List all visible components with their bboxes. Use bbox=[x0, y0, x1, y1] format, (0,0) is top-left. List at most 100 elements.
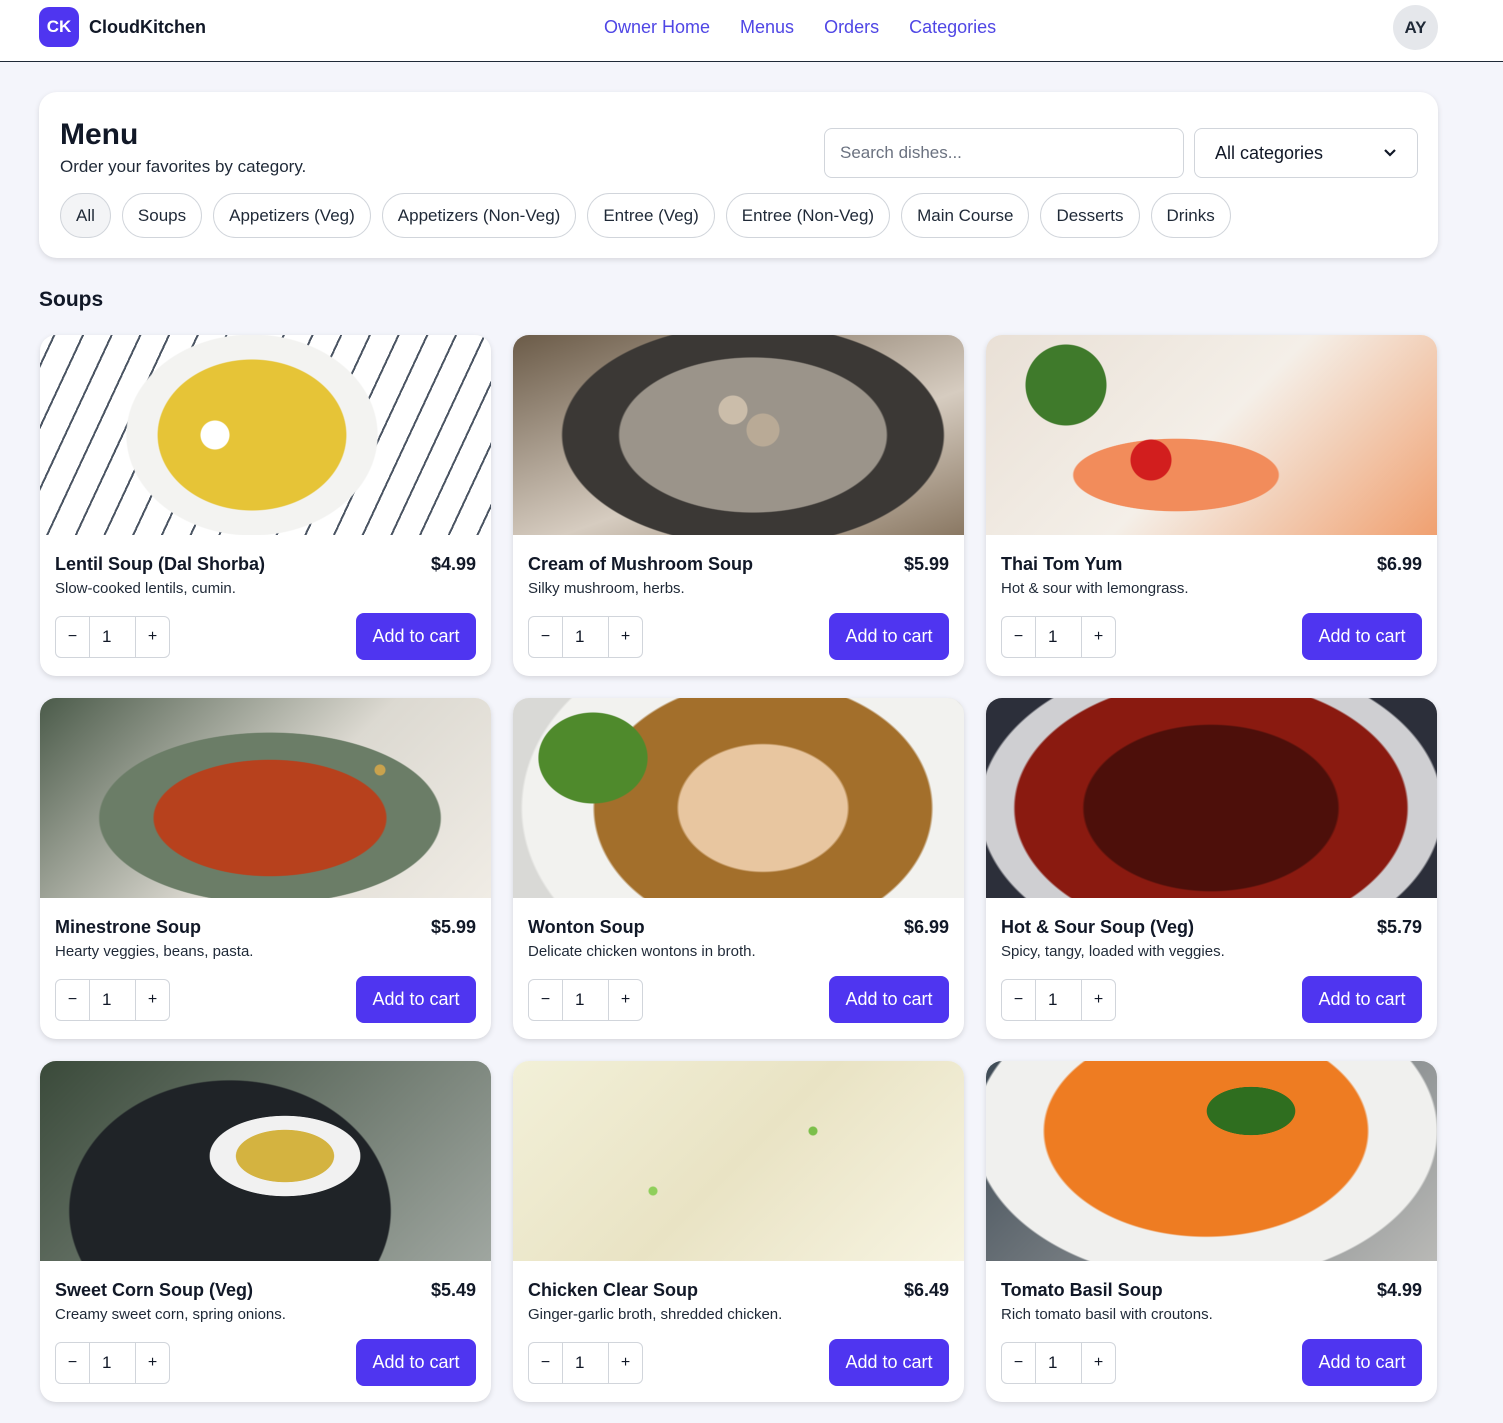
quantity-input[interactable]: 1 bbox=[89, 617, 136, 657]
increment-button[interactable]: + bbox=[136, 980, 169, 1020]
dish-name: Hot & Sour Soup (Veg) bbox=[1001, 917, 1194, 937]
page-title: Menu bbox=[60, 118, 139, 151]
quantity-input[interactable]: 1 bbox=[562, 617, 609, 657]
dish-photo bbox=[40, 335, 491, 535]
decrement-button[interactable]: − bbox=[529, 1343, 562, 1383]
quantity-stepper: − 1 + bbox=[1001, 616, 1116, 658]
dish-photo bbox=[513, 1061, 964, 1261]
dish-card: Thai Tom Yum $6.99 Hot & sour with lemon… bbox=[986, 335, 1437, 676]
quantity-input[interactable]: 1 bbox=[562, 1343, 609, 1383]
quantity-stepper: − 1 + bbox=[1001, 1342, 1116, 1384]
dish-name: Sweet Corn Soup (Veg) bbox=[55, 1280, 254, 1300]
increment-button[interactable]: + bbox=[1082, 980, 1115, 1020]
chip-entree-veg[interactable]: Entree (Veg) bbox=[587, 193, 715, 238]
dish-description: Spicy, tangy, loaded with veggies. bbox=[1001, 943, 1225, 960]
increment-button[interactable]: + bbox=[136, 617, 169, 657]
nav-menus[interactable]: Menus bbox=[740, 17, 794, 38]
dish-card: Sweet Corn Soup (Veg) $5.49 Creamy sweet… bbox=[40, 1061, 491, 1402]
add-to-cart-button[interactable]: Add to cart bbox=[829, 976, 949, 1023]
dish-price: $6.99 bbox=[903, 917, 949, 937]
chip-all[interactable]: All bbox=[60, 193, 111, 238]
dish-description: Ginger-garlic broth, shredded chicken. bbox=[528, 1306, 783, 1323]
quantity-input[interactable]: 1 bbox=[89, 1343, 136, 1383]
nav-orders[interactable]: Orders bbox=[824, 17, 879, 38]
add-to-cart-button[interactable]: Add to cart bbox=[829, 1339, 949, 1386]
page-subtitle: Order your favorites by category. bbox=[60, 157, 307, 176]
quantity-stepper: − 1 + bbox=[528, 1342, 643, 1384]
chip-soups[interactable]: Soups bbox=[121, 193, 203, 238]
dish-description: Creamy sweet corn, spring onions. bbox=[55, 1306, 286, 1323]
decrement-button[interactable]: − bbox=[56, 1343, 89, 1383]
brand-name[interactable]: CloudKitchen bbox=[89, 17, 206, 38]
dish-photo bbox=[986, 335, 1437, 535]
chip-drinks[interactable]: Drinks bbox=[1150, 193, 1231, 238]
chip-entree-non-veg[interactable]: Entree (Non-Veg) bbox=[725, 193, 891, 238]
dish-description: Hot & sour with lemongrass. bbox=[1001, 580, 1189, 597]
dish-name: Wonton Soup bbox=[528, 917, 645, 937]
chip-main-course[interactable]: Main Course bbox=[901, 193, 1030, 238]
dish-card: Tomato Basil Soup $4.99 Rich tomato basi… bbox=[986, 1061, 1437, 1402]
search-input[interactable] bbox=[824, 128, 1184, 178]
chip-appetizers-veg[interactable]: Appetizers (Veg) bbox=[213, 193, 371, 238]
dish-card: Chicken Clear Soup $6.49 Ginger-garlic b… bbox=[513, 1061, 964, 1402]
dish-name: Chicken Clear Soup bbox=[528, 1280, 699, 1300]
dish-photo bbox=[513, 335, 964, 535]
increment-button[interactable]: + bbox=[136, 1343, 169, 1383]
dish-name: Tomato Basil Soup bbox=[1001, 1280, 1163, 1300]
logo-badge[interactable]: CK bbox=[39, 7, 79, 47]
quantity-stepper: − 1 + bbox=[1001, 979, 1116, 1021]
quantity-input[interactable]: 1 bbox=[1035, 1343, 1082, 1383]
increment-button[interactable]: + bbox=[1082, 1343, 1115, 1383]
quantity-stepper: − 1 + bbox=[55, 1342, 170, 1384]
dish-price: $6.99 bbox=[1376, 554, 1422, 574]
quantity-input[interactable]: 1 bbox=[562, 980, 609, 1020]
chip-desserts[interactable]: Desserts bbox=[1040, 193, 1140, 238]
dish-photo bbox=[986, 1061, 1437, 1261]
main-nav: Owner Home Menus Orders Categories bbox=[604, 17, 996, 38]
add-to-cart-button[interactable]: Add to cart bbox=[829, 613, 949, 660]
section-title: Soups bbox=[39, 288, 104, 311]
dish-price: $5.99 bbox=[903, 554, 949, 574]
increment-button[interactable]: + bbox=[609, 617, 642, 657]
quantity-stepper: − 1 + bbox=[55, 979, 170, 1021]
quantity-input[interactable]: 1 bbox=[89, 980, 136, 1020]
decrement-button[interactable]: − bbox=[56, 980, 89, 1020]
increment-button[interactable]: + bbox=[609, 980, 642, 1020]
quantity-stepper: − 1 + bbox=[528, 979, 643, 1021]
dish-photo bbox=[986, 698, 1437, 898]
category-select[interactable]: All categories bbox=[1194, 128, 1418, 178]
decrement-button[interactable]: − bbox=[1002, 617, 1035, 657]
nav-categories[interactable]: Categories bbox=[909, 17, 996, 38]
dish-description: Silky mushroom, herbs. bbox=[528, 580, 685, 597]
decrement-button[interactable]: − bbox=[1002, 980, 1035, 1020]
add-to-cart-button[interactable]: Add to cart bbox=[1302, 1339, 1422, 1386]
increment-button[interactable]: + bbox=[1082, 617, 1115, 657]
decrement-button[interactable]: − bbox=[1002, 1343, 1035, 1383]
add-to-cart-button[interactable]: Add to cart bbox=[1302, 613, 1422, 660]
increment-button[interactable]: + bbox=[609, 1343, 642, 1383]
dish-name: Lentil Soup (Dal Shorba) bbox=[55, 554, 265, 574]
dish-price: $5.99 bbox=[430, 917, 476, 937]
dish-price: $6.49 bbox=[903, 1280, 949, 1300]
chip-appetizers-non-veg[interactable]: Appetizers (Non-Veg) bbox=[381, 193, 577, 238]
user-avatar[interactable]: AY bbox=[1393, 5, 1438, 50]
dish-card: Cream of Mushroom Soup $5.99 Silky mushr… bbox=[513, 335, 964, 676]
decrement-button[interactable]: − bbox=[56, 617, 89, 657]
quantity-input[interactable]: 1 bbox=[1035, 980, 1082, 1020]
add-to-cart-button[interactable]: Add to cart bbox=[356, 613, 476, 660]
top-navbar: CK CloudKitchen Owner Home Menus Orders … bbox=[0, 0, 1503, 62]
dish-photo bbox=[513, 698, 964, 898]
menu-filter-panel: Menu Order your favorites by category. A… bbox=[39, 92, 1438, 258]
quantity-stepper: − 1 + bbox=[55, 616, 170, 658]
decrement-button[interactable]: − bbox=[529, 980, 562, 1020]
nav-owner-home[interactable]: Owner Home bbox=[604, 17, 710, 38]
add-to-cart-button[interactable]: Add to cart bbox=[356, 1339, 476, 1386]
chevron-down-icon bbox=[1384, 149, 1396, 157]
decrement-button[interactable]: − bbox=[529, 617, 562, 657]
quantity-input[interactable]: 1 bbox=[1035, 617, 1082, 657]
add-to-cart-button[interactable]: Add to cart bbox=[356, 976, 476, 1023]
dish-description: Hearty veggies, beans, pasta. bbox=[55, 943, 254, 960]
dish-photo bbox=[40, 698, 491, 898]
add-to-cart-button[interactable]: Add to cart bbox=[1302, 976, 1422, 1023]
dish-card: Minestrone Soup $5.99 Hearty veggies, be… bbox=[40, 698, 491, 1039]
